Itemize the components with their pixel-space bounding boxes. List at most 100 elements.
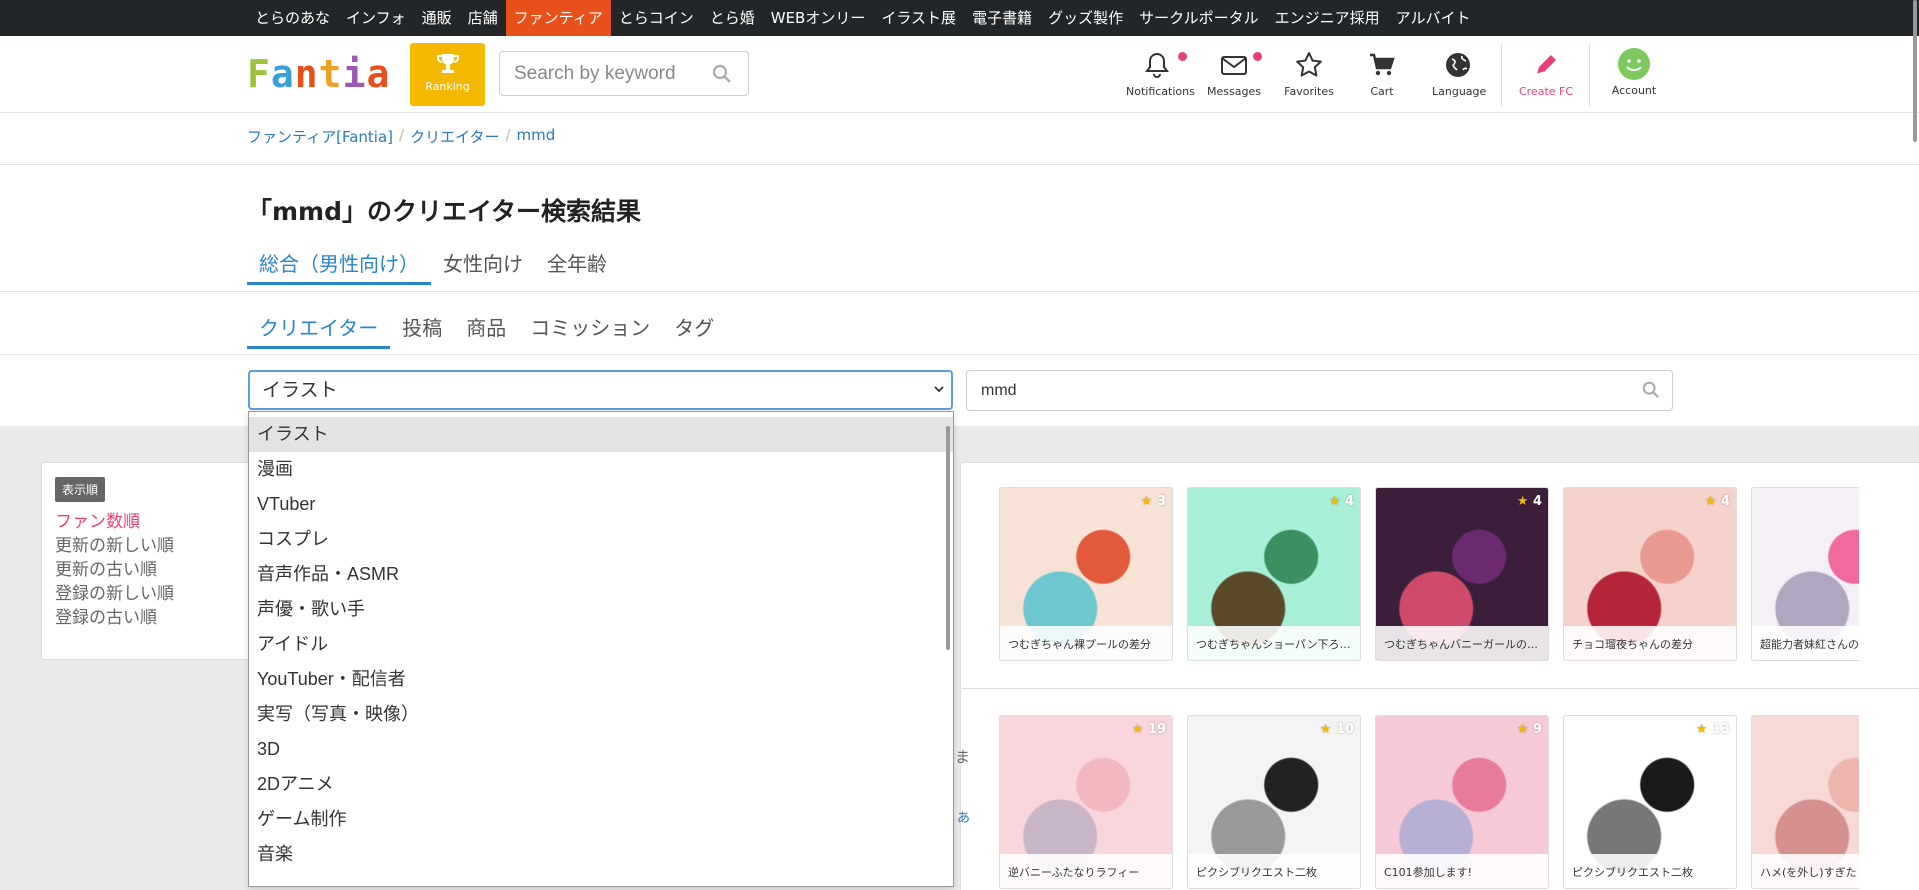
top-nav-item[interactable]: 電子書籍	[964, 0, 1040, 36]
breadcrumb-link[interactable]: mmd	[517, 126, 556, 147]
category-option[interactable]: ゲーム制作	[249, 802, 953, 837]
search-type-tab[interactable]: コミッション	[518, 313, 662, 349]
star-count-value: 9	[1532, 722, 1542, 737]
top-nav-item[interactable]: サークルポータル	[1131, 0, 1267, 36]
post-thumbnail[interactable]: ★ 9 C101参加します!	[1375, 715, 1549, 889]
sort-option[interactable]: 更新の古い順	[55, 555, 157, 580]
sort-option[interactable]: ファン数順	[55, 507, 140, 532]
post-thumbnail[interactable]: ★ 13 ピクシブリクエスト二枚	[1563, 715, 1737, 889]
cart-label: Cart	[1370, 85, 1394, 98]
pencil-icon	[1536, 55, 1556, 75]
top-nav-item[interactable]: とらコイン	[611, 0, 702, 36]
post-thumbnail[interactable]: ★ 4 チョコ瑠夜ちゃんの差分	[1563, 487, 1737, 661]
notifications-label: Notifications	[1126, 85, 1195, 98]
cart-button[interactable]: Cart	[1360, 36, 1404, 113]
search-type-tab[interactable]: タグ	[662, 313, 726, 349]
breadcrumb: ファンティア[Fantia] / クリエイター / mmd	[247, 126, 555, 147]
trophy-icon	[436, 54, 459, 73]
post-thumbnail[interactable]: ★ 10 ピクシブリクエスト二枚	[1187, 715, 1361, 889]
search-type-tab[interactable]: クリエイター	[247, 313, 391, 349]
top-nav-item[interactable]: とらのあな	[247, 0, 338, 36]
keyword-search	[966, 370, 1673, 411]
logo-letter: F	[247, 52, 271, 96]
top-site-nav: とらのあな インフォ 通販 店舗 ファンティア とらコイン とら婚 WEBオンリー イラスト展電…	[0, 0, 1919, 36]
fantia-logo[interactable]: Fantia	[247, 55, 390, 93]
sort-option[interactable]: 更新の新しい順	[55, 531, 174, 556]
category-option[interactable]: 音声作品・ASMR	[249, 557, 953, 592]
creator-link-fragment[interactable]: あ	[957, 807, 970, 826]
category-option[interactable]: 漫画	[249, 452, 953, 487]
create-fc-button[interactable]: Create FC	[1518, 36, 1574, 113]
category-select-value: イラスト	[262, 379, 338, 401]
category-option[interactable]: アイドル	[249, 627, 953, 662]
star-count-value: 19	[1147, 722, 1166, 737]
category-option[interactable]: 声優・歌い手	[249, 592, 953, 627]
category-option[interactable]: イラスト	[249, 417, 953, 452]
notifications-button[interactable]: Notifications	[1126, 36, 1195, 113]
creator-result-card[interactable]: ★ 3 つむぎちゃん裸プールの差分 ★ 4 つむぎちゃんショーパン下ろ… ★ 4 つむぎち…	[960, 462, 1919, 690]
top-nav-item[interactable]: グッズ製作	[1040, 0, 1131, 36]
post-thumbnail[interactable]: ★ 19 逆バニーふたなりラフィー	[999, 715, 1173, 889]
post-caption: つむぎちゃんバニーガールの…	[1376, 626, 1548, 660]
top-nav-item[interactable]: 店舗	[460, 0, 506, 36]
search-type-tab[interactable]: 商品	[454, 313, 518, 349]
post-star-count: ★ 19	[1132, 722, 1166, 737]
ranking-button[interactable]: Ranking	[410, 43, 485, 106]
category-option[interactable]: VTuber	[249, 487, 953, 522]
category-option[interactable]: コスプレ	[249, 522, 953, 557]
favorites-button[interactable]: Favorites	[1282, 36, 1336, 113]
sort-option[interactable]: 登録の古い順	[55, 603, 157, 628]
search-icon[interactable]	[712, 64, 732, 84]
top-nav-item[interactable]: エンジニア採用	[1267, 0, 1388, 36]
top-nav-item[interactable]: WEBオンリー	[763, 0, 874, 36]
category-option[interactable]: 実写（写真・映像）	[249, 697, 953, 732]
top-site-nav-list: とらのあな インフォ 通販 店舗 ファンティア とらコイン とら婚 WEBオンリー イラスト展電…	[247, 0, 1479, 36]
top-nav-item[interactable]: インフォ	[338, 0, 414, 36]
star-icon: ★	[1516, 722, 1533, 737]
creator-result-card[interactable]: ★ 19 逆バニーふたなりラフィー ★ 10 ピクシブリクエスト二枚 ★ 9 C101参加…	[960, 688, 1919, 890]
category-option[interactable]: 音楽	[249, 837, 953, 872]
post-thumbnail[interactable]: ハメ(を外し)すぎたヒ	[1751, 715, 1859, 889]
account-button[interactable]: Account	[1608, 36, 1660, 113]
top-nav-item[interactable]: アルバイト	[1388, 0, 1479, 36]
dropdown-scrollbar[interactable]	[946, 426, 950, 650]
keyword-input[interactable]	[981, 371, 1581, 410]
post-caption: つむぎちゃんショーパン下ろ…	[1188, 626, 1360, 660]
post-thumbnail[interactable]: ★ 4 つむぎちゃんショーパン下ろ…	[1187, 487, 1361, 661]
breadcrumb-link[interactable]: ファンティア[Fantia]	[247, 126, 393, 147]
chevron-down-icon	[934, 386, 944, 393]
post-caption: 超能力者妹紅さんの差	[1752, 626, 1859, 660]
audience-tab[interactable]: 総合（男性向け）	[247, 249, 431, 285]
top-nav-item[interactable]: ファンティア	[505, 0, 611, 36]
top-nav-item[interactable]: イラスト展	[873, 0, 964, 36]
messages-label: Messages	[1207, 85, 1261, 98]
audience-tab[interactable]: 全年齢	[535, 249, 619, 285]
post-thumbnail[interactable]: ★ 4 つむぎちゃんバニーガールの…	[1375, 487, 1549, 661]
top-nav-item[interactable]: 通販	[414, 0, 460, 36]
category-option[interactable]: 3D	[249, 732, 953, 767]
search-type-tab[interactable]: 投稿	[390, 313, 454, 349]
category-option[interactable]: 2Dアニメ	[249, 767, 953, 802]
page-scrollbar[interactable]	[1911, 0, 1919, 142]
messages-button[interactable]: Messages	[1204, 36, 1264, 113]
audience-tab[interactable]: 女性向け	[431, 249, 535, 285]
language-label: Language	[1432, 85, 1487, 98]
account-label: Account	[1611, 84, 1657, 97]
search-icon[interactable]	[1642, 381, 1660, 399]
breadcrumb-link[interactable]: クリエイター	[410, 126, 499, 147]
envelope-icon	[1221, 56, 1247, 75]
category-select[interactable]: イラスト	[248, 370, 953, 410]
header-search-input[interactable]	[514, 52, 704, 95]
post-thumbnail[interactable]: 超能力者妹紅さんの差	[1751, 487, 1859, 661]
post-thumbnail[interactable]: ★ 3 つむぎちゃん裸プールの差分	[999, 487, 1173, 661]
sort-option[interactable]: 登録の新しい順	[55, 579, 174, 604]
audience-tabs: 総合（男性向け） 女性向け 全年齢	[247, 249, 619, 285]
star-icon: ★	[1695, 722, 1712, 737]
top-nav-item[interactable]: とら婚	[702, 0, 763, 36]
site-header: Fantia Ranking Notifications Messages	[0, 36, 1919, 113]
language-button[interactable]: Language	[1432, 36, 1487, 113]
category-option[interactable]: YouTuber・配信者	[249, 662, 953, 697]
divider	[0, 164, 1919, 165]
post-caption: 逆バニーふたなりラフィー	[1000, 854, 1172, 888]
star-icon: ★	[1319, 722, 1336, 737]
